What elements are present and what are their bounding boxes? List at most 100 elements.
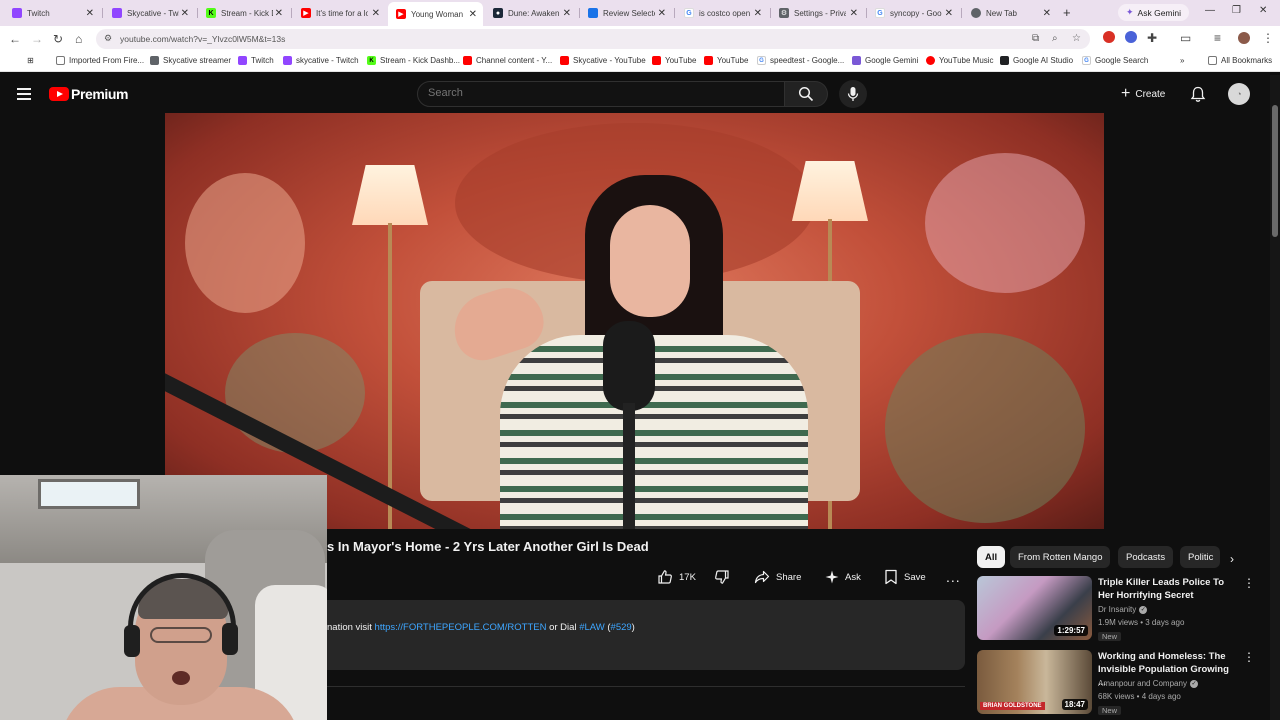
chip-podcasts[interactable]: Podcasts — [1118, 546, 1174, 568]
tab-syncopy-google[interactable]: G syncopy - Google ✕ — [867, 3, 959, 23]
bookmark-item[interactable]: Imported From Fire... — [56, 56, 144, 65]
minimize-icon[interactable]: — — [1205, 5, 1215, 16]
chevron-right-icon[interactable]: › — [1230, 552, 1234, 566]
forward-icon[interactable]: → — [31, 32, 43, 46]
tab-new-tab[interactable]: New Tab ✕ — [963, 3, 1057, 23]
new-tab-button[interactable]: + — [1063, 5, 1071, 20]
bookmark-item[interactable]: Google Gemini — [852, 56, 918, 65]
bookmark-label: YouTube Music — [939, 56, 994, 65]
youtube-premium-wordmark[interactable]: Premium — [71, 86, 129, 102]
chip-from-rotten-mango[interactable]: From Rotten Mango — [1010, 546, 1111, 568]
bookmark-item[interactable]: Google AI Studio — [1000, 56, 1073, 65]
chrome-menu-icon[interactable]: ⋮ — [1262, 31, 1274, 45]
bookmark-item[interactable]: Skycative streamer — [150, 56, 231, 65]
bookmark-item[interactable]: YouTube — [652, 56, 696, 65]
page-scrollbar[interactable] — [1270, 75, 1280, 720]
address-bar[interactable]: ⚙ youtube.com/watch?v=_Ylvzc0lW5M&t=13s … — [96, 29, 1090, 49]
bookmark-item[interactable]: Skycative - YouTube — [560, 56, 646, 65]
recommendation-item[interactable]: 1:29:57 Triple Killer Leads Police To He… — [977, 576, 1262, 642]
tab-kick-dashboard[interactable]: K Stream - Kick Dashboard ✕ — [198, 3, 289, 23]
tab-dune-awakening[interactable]: ● Dune: Awakening ✕ — [485, 3, 577, 23]
close-icon[interactable]: ✕ — [563, 8, 571, 19]
all-bookmarks-button[interactable]: All Bookmarks — [1208, 56, 1272, 65]
close-icon[interactable]: ✕ — [945, 8, 953, 19]
close-icon[interactable]: ✕ — [658, 8, 666, 19]
apps-grid-icon[interactable]: ⊞ — [27, 56, 34, 65]
extensions-puzzle-icon[interactable]: ✚ — [1147, 31, 1157, 45]
site-info-icon[interactable]: ⚙ — [104, 33, 112, 44]
video-thumbnail[interactable]: 1:29:57 — [977, 576, 1092, 640]
ask-gemini-button[interactable]: ✦ Ask Gemini — [1118, 4, 1190, 21]
account-avatar[interactable]: ◔ — [1228, 83, 1250, 105]
close-icon[interactable]: ✕ — [850, 8, 858, 19]
video-thumbnail[interactable]: BRIAN GOLDSTONE 18:47 — [977, 650, 1092, 714]
bookmark-item[interactable]: K Stream - Kick Dashb... — [367, 56, 460, 65]
install-app-icon[interactable]: ⧉ — [1032, 33, 1039, 44]
bookmark-item[interactable]: G Google Search — [1082, 56, 1148, 65]
close-icon[interactable]: ✕ — [86, 8, 94, 19]
bookmark-item[interactable]: Gspeedtest - Google... — [757, 56, 844, 65]
chip-all[interactable]: All — [977, 546, 1006, 568]
adblock-extension-icon[interactable] — [1103, 31, 1115, 43]
bookmark-item[interactable]: skycative - Twitch — [283, 56, 359, 65]
kebab-menu-icon[interactable]: ⋮ — [1243, 650, 1255, 664]
tab-skycative-twitch[interactable]: Skycative - Twitch ✕ — [104, 3, 195, 23]
browser-tab-strip: Twitch ✕ Skycative - Twitch ✕ K Stream -… — [0, 0, 1280, 26]
search-box[interactable] — [417, 81, 785, 107]
bookmark-item[interactable]: YouTube — [704, 56, 748, 65]
channel-name[interactable]: Dr Insanity ✓ — [1098, 605, 1148, 614]
video-player[interactable] — [165, 113, 1104, 529]
window-close-icon[interactable]: ✕ — [1259, 5, 1267, 16]
home-icon[interactable]: ⌂ — [75, 32, 82, 46]
back-icon[interactable]: ← — [9, 32, 21, 46]
close-icon[interactable]: ✕ — [754, 8, 762, 19]
media-controls-icon[interactable]: ≡ — [1214, 31, 1221, 45]
recommendation-title[interactable]: Triple Killer Leads Police To Her Horrif… — [1098, 576, 1238, 602]
close-icon[interactable]: ✕ — [469, 9, 477, 20]
tab-twitch[interactable]: Twitch ✕ — [4, 3, 100, 23]
create-button[interactable]: + Create — [1113, 83, 1173, 105]
kebab-menu-icon[interactable]: ⋮ — [1243, 576, 1255, 590]
sponsor-link[interactable]: https://FORTHEPEOPLE.COM/ROTTEN — [375, 622, 547, 633]
bookmark-star-icon[interactable]: ☆ — [1072, 33, 1081, 44]
search-input[interactable] — [428, 87, 768, 99]
url-text[interactable]: youtube.com/watch?v=_Ylvzc0lW5M&t=13s — [120, 34, 285, 44]
hamburger-menu-icon[interactable] — [17, 88, 31, 100]
side-panel-icon[interactable]: ▭ — [1180, 31, 1191, 45]
video-description[interactable]: nation visit https://FORTHEPEOPLE.COM/RO… — [327, 600, 965, 670]
search-button[interactable] — [785, 81, 828, 107]
extension-icon[interactable] — [1125, 31, 1137, 43]
episode-number-link[interactable]: #529 — [611, 622, 632, 633]
restore-icon[interactable]: ❐ — [1232, 5, 1241, 16]
bookmarks-overflow-icon[interactable]: » — [1180, 56, 1184, 65]
bookmark-item[interactable]: YouTube Music — [926, 56, 994, 65]
zoom-icon[interactable]: ⌕ — [1052, 33, 1058, 44]
close-icon[interactable]: ✕ — [181, 8, 189, 19]
channel-name[interactable]: Amanpour and Company ✓ — [1098, 679, 1198, 688]
notifications-bell-icon[interactable] — [1190, 86, 1206, 103]
voice-search-button[interactable] — [839, 80, 867, 108]
close-icon[interactable]: ✕ — [372, 8, 380, 19]
tab-youtube-loyalty[interactable]: ▶ It's time for a loyalty ✕ — [293, 3, 386, 23]
profile-avatar[interactable] — [1238, 32, 1250, 44]
bookmark-item[interactable]: Twitch — [238, 56, 274, 65]
tab-young-woman-active[interactable]: ▶ Young Woman ✕ — [388, 2, 483, 26]
close-icon[interactable]: ✕ — [1043, 8, 1051, 19]
tab-costco-search[interactable]: G is costco open ✕ — [676, 3, 768, 23]
tab-settings-privacy[interactable]: ⚙ Settings - Privacy ✕ — [771, 3, 864, 23]
scrollbar-thumb[interactable] — [1272, 105, 1278, 237]
hashtag-law[interactable]: #LAW — [579, 622, 605, 633]
chip-politics[interactable]: Politic — [1180, 546, 1220, 568]
like-button[interactable]: 17K — [657, 566, 696, 588]
bookmark-item[interactable]: Channel content - Y... — [463, 56, 552, 65]
youtube-logo-icon[interactable] — [49, 87, 69, 101]
dislike-button[interactable] — [714, 566, 736, 588]
recommendation-item[interactable]: BRIAN GOLDSTONE 18:47 Working and Homele… — [977, 650, 1262, 716]
save-button[interactable]: Save — [884, 566, 926, 588]
close-icon[interactable]: ✕ — [275, 8, 283, 19]
ask-button[interactable]: Ask — [825, 566, 861, 588]
more-actions-button[interactable]: ... — [946, 566, 961, 588]
share-button[interactable]: Share — [754, 566, 801, 588]
reload-icon[interactable]: ↻ — [53, 32, 63, 46]
tab-review-selected[interactable]: Review Selected ✕ — [580, 3, 672, 23]
